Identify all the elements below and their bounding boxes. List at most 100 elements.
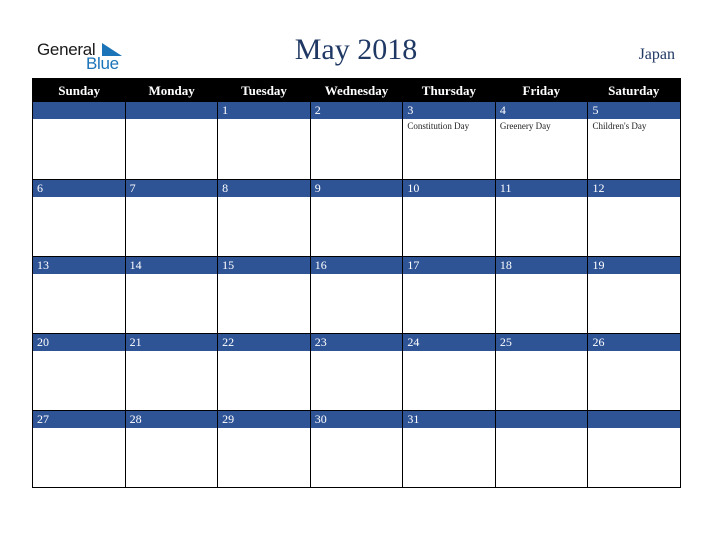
day-number: 22 xyxy=(218,334,310,351)
day-body xyxy=(125,428,218,487)
day-number: 28 xyxy=(125,411,218,428)
day-cell[interactable]: 4 Greenery Day xyxy=(494,102,588,179)
day-number: 10 xyxy=(403,180,495,197)
weekday-saturday: Saturday xyxy=(608,83,660,98)
day-number: 8 xyxy=(218,180,310,197)
day-cell[interactable]: 25 xyxy=(494,334,588,410)
holiday-label: Greenery Day xyxy=(499,121,551,131)
day-body xyxy=(33,119,125,179)
day-body xyxy=(403,428,495,487)
day-body xyxy=(125,274,218,333)
day-cell[interactable] xyxy=(587,411,681,487)
day-number: 29 xyxy=(218,411,310,428)
day-body xyxy=(588,351,681,410)
day-body xyxy=(495,428,588,487)
day-cell[interactable]: 15 xyxy=(217,257,310,333)
day-cell[interactable]: 13 xyxy=(33,257,125,333)
day-number: 18 xyxy=(495,257,588,274)
week-row: 1 2 3 Constitution Day 4 Greenery Day 5 Childre… xyxy=(33,102,681,179)
day-body xyxy=(310,197,403,256)
day-cell[interactable] xyxy=(494,411,588,487)
weekday-tuesday: Tuesday xyxy=(241,83,287,98)
day-body xyxy=(33,274,125,333)
day-number xyxy=(495,411,588,428)
day-cell[interactable]: 26 xyxy=(587,334,681,410)
day-cell[interactable] xyxy=(124,102,218,179)
day-cell[interactable]: 23 xyxy=(309,334,403,410)
day-body xyxy=(403,274,495,333)
day-cell[interactable]: 31 xyxy=(402,411,495,487)
day-cell[interactable]: 18 xyxy=(494,257,588,333)
day-body xyxy=(588,274,681,333)
day-body xyxy=(495,274,588,333)
day-number: 12 xyxy=(588,180,681,197)
day-cell[interactable]: 7 xyxy=(124,180,218,256)
day-cell[interactable]: 22 xyxy=(217,334,310,410)
day-cell[interactable]: 9 xyxy=(309,180,403,256)
day-cell[interactable]: 24 xyxy=(402,334,495,410)
day-cell[interactable]: 29 xyxy=(217,411,310,487)
calendar-grid: Sunday Monday Tuesday Wednesday Thursday… xyxy=(32,78,681,488)
day-cell[interactable] xyxy=(33,102,125,179)
day-number: 13 xyxy=(33,257,125,274)
day-body xyxy=(33,197,125,256)
day-body xyxy=(588,428,681,487)
day-number xyxy=(125,102,218,119)
day-cell[interactable]: 21 xyxy=(124,334,218,410)
day-number xyxy=(588,411,681,428)
day-body: Constitution Day xyxy=(403,119,495,179)
day-body xyxy=(218,428,310,487)
day-cell[interactable]: 1 xyxy=(217,102,310,179)
day-body xyxy=(218,119,310,179)
day-body xyxy=(495,351,588,410)
day-cell[interactable]: 11 xyxy=(494,180,588,256)
day-body xyxy=(218,197,310,256)
day-body xyxy=(218,274,310,333)
day-number: 6 xyxy=(33,180,125,197)
day-cell[interactable]: 6 xyxy=(33,180,125,256)
day-number: 9 xyxy=(310,180,403,197)
weekday-monday: Monday xyxy=(148,83,195,98)
day-number: 2 xyxy=(310,102,403,119)
day-number: 7 xyxy=(125,180,218,197)
day-number: 4 xyxy=(495,102,588,119)
weekday-thursday: Thursday xyxy=(421,83,476,98)
day-body xyxy=(310,351,403,410)
country-label: Japan xyxy=(638,46,675,63)
day-cell[interactable]: 8 xyxy=(217,180,310,256)
day-body xyxy=(588,197,681,256)
day-cell[interactable]: 17 xyxy=(402,257,495,333)
day-number: 26 xyxy=(588,334,681,351)
day-number: 17 xyxy=(403,257,495,274)
day-body xyxy=(310,274,403,333)
day-cell[interactable]: 20 xyxy=(33,334,125,410)
day-cell[interactable]: 10 xyxy=(402,180,495,256)
calendar-title: May 2018 xyxy=(294,33,418,66)
weekday-header: Sunday Monday Tuesday Wednesday Thursday… xyxy=(33,79,680,102)
day-number: 30 xyxy=(310,411,403,428)
day-cell[interactable]: 2 xyxy=(309,102,403,179)
day-number: 3 xyxy=(403,102,495,119)
day-cell[interactable]: 19 xyxy=(587,257,681,333)
day-body: Children's Day xyxy=(588,119,681,179)
day-number: 11 xyxy=(495,180,588,197)
day-body xyxy=(125,197,218,256)
day-cell[interactable]: 12 xyxy=(587,180,681,256)
day-number: 31 xyxy=(403,411,495,428)
day-cell[interactable]: 28 xyxy=(124,411,218,487)
day-cell[interactable]: 30 xyxy=(309,411,403,487)
week-row: 6 7 8 9 10 11 12 xyxy=(33,179,681,256)
day-number: 21 xyxy=(125,334,218,351)
day-number: 15 xyxy=(218,257,310,274)
day-cell[interactable]: 5 Children's Day xyxy=(587,102,681,179)
day-cell[interactable]: 14 xyxy=(124,257,218,333)
day-cell[interactable]: 27 xyxy=(33,411,125,487)
day-body xyxy=(33,351,125,410)
day-cell[interactable]: 16 xyxy=(309,257,403,333)
weekday-sunday: Sunday xyxy=(58,83,101,98)
day-body xyxy=(125,351,218,410)
day-body xyxy=(218,351,310,410)
day-cell[interactable]: 3 Constitution Day xyxy=(402,102,495,179)
week-row: 13 14 15 16 17 18 19 xyxy=(33,256,681,333)
day-number: 1 xyxy=(218,102,310,119)
